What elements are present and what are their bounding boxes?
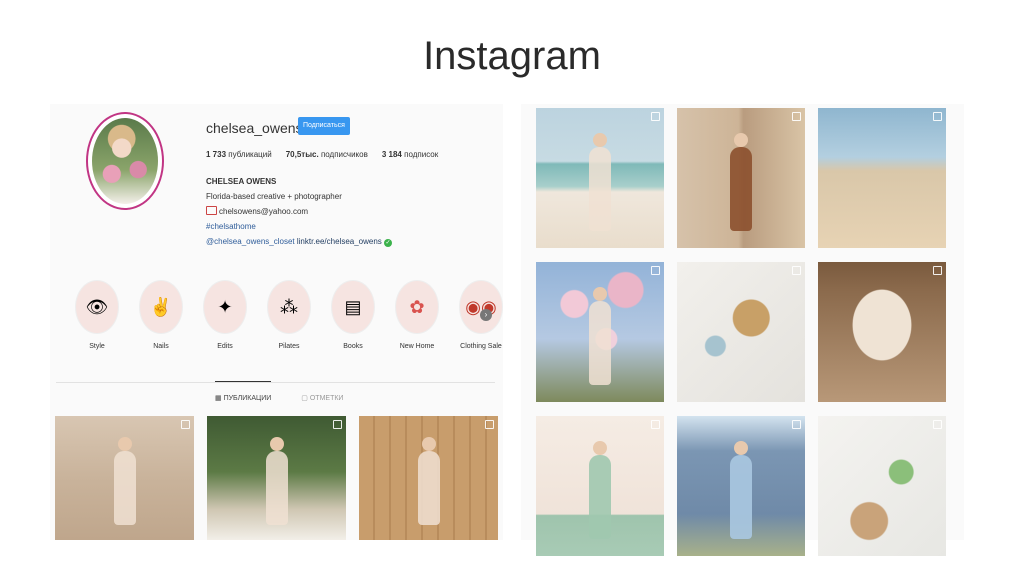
- tab-tagged[interactable]: ▢ ОТМЕТКИ: [301, 394, 343, 402]
- multiple-photos-icon: [933, 112, 942, 121]
- multiple-photos-icon: [181, 420, 190, 429]
- wand-icon: ✦: [203, 280, 247, 334]
- highlight-books[interactable]: ▤ Books: [330, 280, 376, 350]
- person-figure: [589, 287, 611, 386]
- bio-email[interactable]: chelsowens@yahoo.com: [219, 207, 308, 216]
- highlight-style[interactable]: 👁 Style: [74, 280, 120, 350]
- multiple-photos-icon: [651, 266, 660, 275]
- tag-icon: ▢: [301, 395, 308, 402]
- bio-mention[interactable]: @chelsea_owens_closet: [206, 237, 295, 246]
- peace-hand-icon: ✌: [139, 280, 183, 334]
- bio-description: Florida-based creative + photographer: [206, 192, 342, 201]
- multiple-photos-icon: [792, 112, 801, 121]
- mail-icon: [206, 206, 217, 215]
- highlight-label: Nails: [153, 343, 169, 350]
- post-thumbnail[interactable]: [536, 416, 664, 556]
- stat-posts[interactable]: 1 733 публикаций: [206, 150, 272, 159]
- profile-panel: chelsea_owens Подписаться 1 733 публикац…: [50, 104, 503, 540]
- follow-button[interactable]: Подписаться: [298, 117, 350, 135]
- multiple-photos-icon: [933, 266, 942, 275]
- eye-icon: 👁: [75, 280, 119, 334]
- post-thumbnail[interactable]: [818, 416, 946, 556]
- stat-followers[interactable]: 70,5тыс. подписчиков: [286, 150, 368, 159]
- post-thumbnail[interactable]: [536, 262, 664, 402]
- post-thumbnail[interactable]: [207, 416, 346, 540]
- sparkle-icon: ⁂: [267, 280, 311, 334]
- profile-bio: CHELSEA OWENS Florida-based creative + p…: [206, 174, 393, 249]
- book-icon: ▤: [331, 280, 375, 334]
- profile-tabs: ▦ ПУБЛИКАЦИИ ▢ ОТМЕТКИ: [215, 381, 343, 402]
- verified-check-icon: ✓: [384, 239, 393, 247]
- tab-posts-label: ПУБЛИКАЦИИ: [223, 395, 272, 402]
- highlight-nails[interactable]: ✌ Nails: [138, 280, 184, 350]
- person-figure: [589, 133, 611, 232]
- post-thumbnail[interactable]: [55, 416, 194, 540]
- profile-post-grid: [55, 416, 498, 540]
- post-thumbnail[interactable]: [359, 416, 498, 540]
- bio-name: CHELSEA OWENS: [206, 177, 277, 186]
- photo-grid: [536, 108, 946, 556]
- post-thumbnail[interactable]: [677, 262, 805, 402]
- post-thumbnail[interactable]: [677, 416, 805, 556]
- tab-posts[interactable]: ▦ ПУБЛИКАЦИИ: [215, 381, 272, 402]
- multiple-photos-icon: [485, 420, 494, 429]
- sunglasses-icon: ◉◉: [459, 280, 503, 334]
- chevron-right-icon[interactable]: ›: [480, 309, 492, 321]
- stat-posts-label: публикаций: [228, 150, 272, 159]
- tabs-divider: [56, 382, 495, 383]
- flower-icon: ✿: [395, 280, 439, 334]
- multiple-photos-icon: [333, 420, 342, 429]
- post-thumbnail[interactable]: [818, 262, 946, 402]
- avatar-ring[interactable]: [86, 112, 164, 210]
- multiple-photos-icon: [651, 420, 660, 429]
- highlight-pilates[interactable]: ⁂ Pilates: [266, 280, 312, 350]
- highlight-label: Pilates: [278, 343, 300, 350]
- avatar: [92, 118, 158, 204]
- stat-following[interactable]: 3 184 подписок: [382, 150, 438, 159]
- stat-posts-value: 1 733: [206, 150, 227, 159]
- story-highlights: 👁 Style ✌ Nails ✦ Edits ⁂ Pilates ▤ Books ✿ Ne…: [74, 280, 503, 350]
- bio-email-row: chelsowens@yahoo.com: [206, 204, 392, 219]
- highlight-label: Clothing Sale: [460, 343, 502, 350]
- person-figure: [113, 436, 136, 526]
- highlight-edits[interactable]: ✦ Edits: [202, 280, 248, 350]
- highlight-label: New Home: [399, 343, 435, 350]
- bio-links-row: @chelsea_owens_closet linktr.ee/chelsea_…: [206, 234, 393, 249]
- highlight-label: Books: [343, 343, 363, 350]
- profile-username: chelsea_owens: [206, 120, 303, 136]
- stat-followers-label: подписчиков: [320, 150, 368, 159]
- stat-following-value: 3 184: [381, 150, 402, 159]
- person-figure: [589, 441, 611, 540]
- multiple-photos-icon: [792, 420, 801, 429]
- person-figure: [417, 436, 440, 526]
- multiple-photos-icon: [651, 112, 660, 121]
- highlight-label: Style: [89, 343, 105, 350]
- person-figure: [730, 441, 752, 540]
- highlight-new-home[interactable]: ✿ New Home: [394, 280, 440, 350]
- stat-following-label: подписок: [404, 150, 439, 159]
- multiple-photos-icon: [792, 266, 801, 275]
- slide-title: Instagram: [423, 34, 601, 78]
- person-figure: [265, 436, 288, 526]
- stat-followers-value: 70,5тыс.: [285, 150, 319, 159]
- multiple-photos-icon: [933, 420, 942, 429]
- person-figure: [730, 133, 752, 232]
- profile-stats: 1 733 публикаций 70,5тыс. подписчиков 3 …: [206, 150, 438, 159]
- highlight-label: Edits: [217, 343, 233, 350]
- post-thumbnail[interactable]: [536, 108, 664, 248]
- bio-link[interactable]: linktr.ee/chelsea_owens: [297, 237, 382, 246]
- tab-tagged-label: ОТМЕТКИ: [309, 395, 344, 402]
- photo-grid-panel: [521, 104, 964, 556]
- grid-icon: ▦: [215, 395, 222, 402]
- post-thumbnail[interactable]: [677, 108, 805, 248]
- post-thumbnail[interactable]: [818, 108, 946, 248]
- bio-hashtag[interactable]: #chelsathome: [206, 219, 392, 234]
